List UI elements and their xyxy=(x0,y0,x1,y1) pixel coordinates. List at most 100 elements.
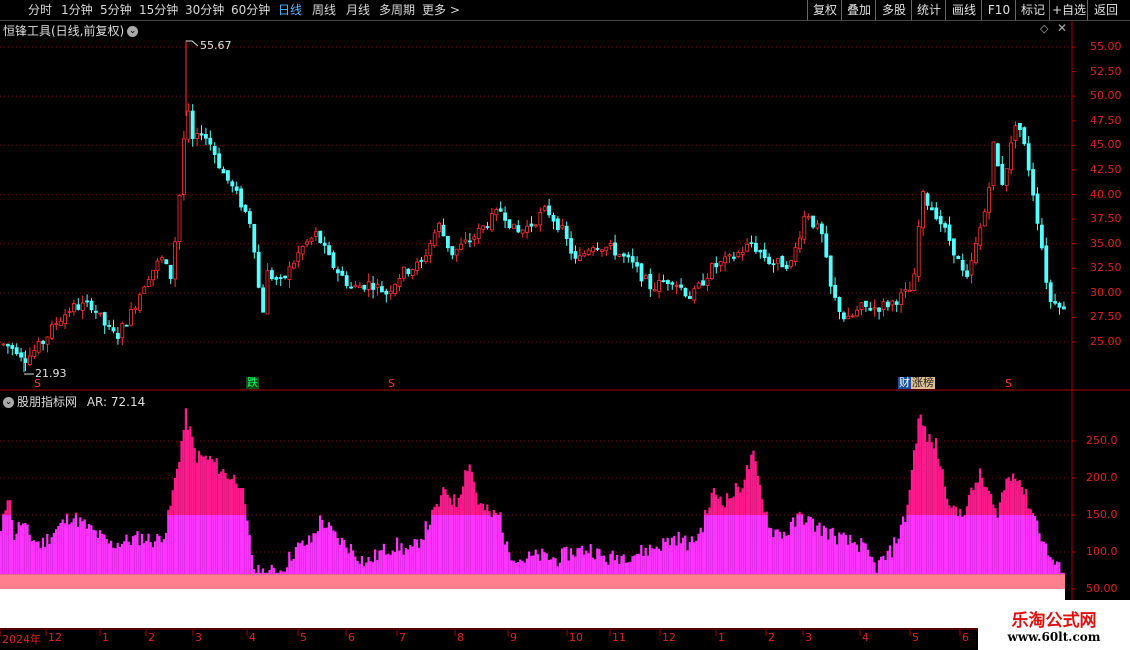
drop-marker[interactable]: 跌 xyxy=(246,377,259,389)
ar-bar xyxy=(836,544,839,575)
candle-body xyxy=(225,170,230,181)
ar-bar-high xyxy=(737,486,740,515)
candle-body xyxy=(120,323,125,339)
candle-body xyxy=(582,253,587,257)
chevron-down-icon[interactable]: ⌄ xyxy=(3,397,14,408)
candle-body xyxy=(159,257,164,261)
ar-bar xyxy=(39,548,42,575)
ar-bar xyxy=(237,515,240,575)
candle-body xyxy=(740,251,745,255)
candle-body xyxy=(32,350,37,357)
ar-bar xyxy=(994,515,997,575)
ar-bar xyxy=(545,553,548,575)
diamond-icon[interactable]: ◇ xyxy=(1040,22,1048,35)
ar-bar xyxy=(915,515,918,575)
ar-bar xyxy=(451,515,454,575)
candle-body xyxy=(586,249,591,255)
x-tick-label: 2 xyxy=(768,631,775,644)
ar-bar xyxy=(829,528,832,575)
candle-body xyxy=(239,188,244,208)
indicator-title[interactable]: ⌄ 股朋指标网 AR: 72.14 xyxy=(3,393,145,410)
ar-bar xyxy=(649,544,652,575)
y-tick-label: 150.0 xyxy=(1086,508,1118,521)
ar-bar-high xyxy=(717,498,720,515)
candle-body xyxy=(146,279,151,287)
ar-bar xyxy=(147,533,150,575)
ar-bar xyxy=(429,524,432,575)
candle-body xyxy=(1,343,6,346)
ar-bar xyxy=(633,555,636,575)
ar-bar xyxy=(941,515,944,575)
ar-bar xyxy=(290,560,293,575)
ar-bar xyxy=(264,572,267,575)
ar-bar-high xyxy=(220,471,223,515)
ar-bar xyxy=(616,554,619,575)
candle-body xyxy=(164,259,169,265)
close-icon[interactable]: ✕ xyxy=(1057,21,1067,35)
candle-body xyxy=(234,186,239,191)
ar-bar xyxy=(651,548,654,575)
candle-body xyxy=(745,243,749,252)
candle-body xyxy=(481,225,486,230)
ar-bar-high xyxy=(1003,490,1006,515)
candle-body xyxy=(1022,127,1027,145)
candle-body xyxy=(384,290,389,295)
chart-canvas[interactable] xyxy=(0,0,1130,650)
ar-bar xyxy=(202,515,205,575)
sell-marker[interactable]: S xyxy=(34,378,41,390)
ar-bar-high xyxy=(946,498,949,515)
ar-bar xyxy=(418,547,421,575)
ar-bar-high xyxy=(913,450,916,515)
ar-bar xyxy=(521,560,524,575)
ar-bar-high xyxy=(242,487,245,515)
ar-bar-high xyxy=(763,512,766,515)
ar-bar xyxy=(620,556,623,575)
candle-body xyxy=(388,290,393,295)
ar-bar xyxy=(24,523,27,575)
ar-bar xyxy=(594,559,597,575)
candle-body xyxy=(344,275,349,287)
main-chart-title[interactable]: 恒锋工具(日线,前复权) ⌄ xyxy=(3,22,139,39)
rise-list-marker[interactable]: 涨榜 xyxy=(911,377,935,389)
ar-bar-high xyxy=(926,441,929,515)
ar-bar xyxy=(41,537,44,575)
ar-bar-high xyxy=(917,418,920,515)
ar-bar xyxy=(844,534,847,575)
ar-bar-high xyxy=(486,504,489,515)
chevron-down-icon[interactable]: ⌄ xyxy=(127,26,139,37)
candle-body xyxy=(630,256,635,263)
ar-bar-high xyxy=(908,489,911,515)
ar-bar xyxy=(893,537,896,575)
ar-bar xyxy=(446,515,449,575)
ar-bar xyxy=(426,529,429,575)
ar-bar xyxy=(743,515,746,575)
ar-bar xyxy=(792,517,795,575)
ar-bar-high xyxy=(1027,508,1030,515)
ar-bar xyxy=(646,555,649,575)
ar-bar xyxy=(422,540,425,575)
candle-body xyxy=(1004,168,1009,186)
ar-bar xyxy=(796,515,799,575)
ar-bar xyxy=(226,515,229,575)
ar-bar-high xyxy=(202,456,205,515)
x-tick-label: 11 xyxy=(612,631,626,644)
ar-bar-high xyxy=(761,499,764,515)
candle-body xyxy=(679,284,683,288)
candle-body xyxy=(181,138,186,195)
ar-bar xyxy=(600,556,603,575)
ar-bar xyxy=(811,518,814,575)
candle-body xyxy=(846,315,851,320)
ar-bar-high xyxy=(206,459,209,515)
ar-bar xyxy=(481,515,484,575)
candle-body xyxy=(710,263,714,280)
ar-bar xyxy=(477,515,480,575)
candle-body xyxy=(467,240,472,243)
ar-bar xyxy=(891,557,894,575)
finance-marker[interactable]: 财 xyxy=(898,377,911,389)
ar-bar-high xyxy=(750,454,753,515)
sell-marker[interactable]: S xyxy=(388,378,395,390)
sell-marker[interactable]: S xyxy=(1005,378,1012,390)
x-tick-label: 3 xyxy=(195,631,202,644)
candle-body xyxy=(313,231,318,237)
ar-bar xyxy=(490,516,493,575)
